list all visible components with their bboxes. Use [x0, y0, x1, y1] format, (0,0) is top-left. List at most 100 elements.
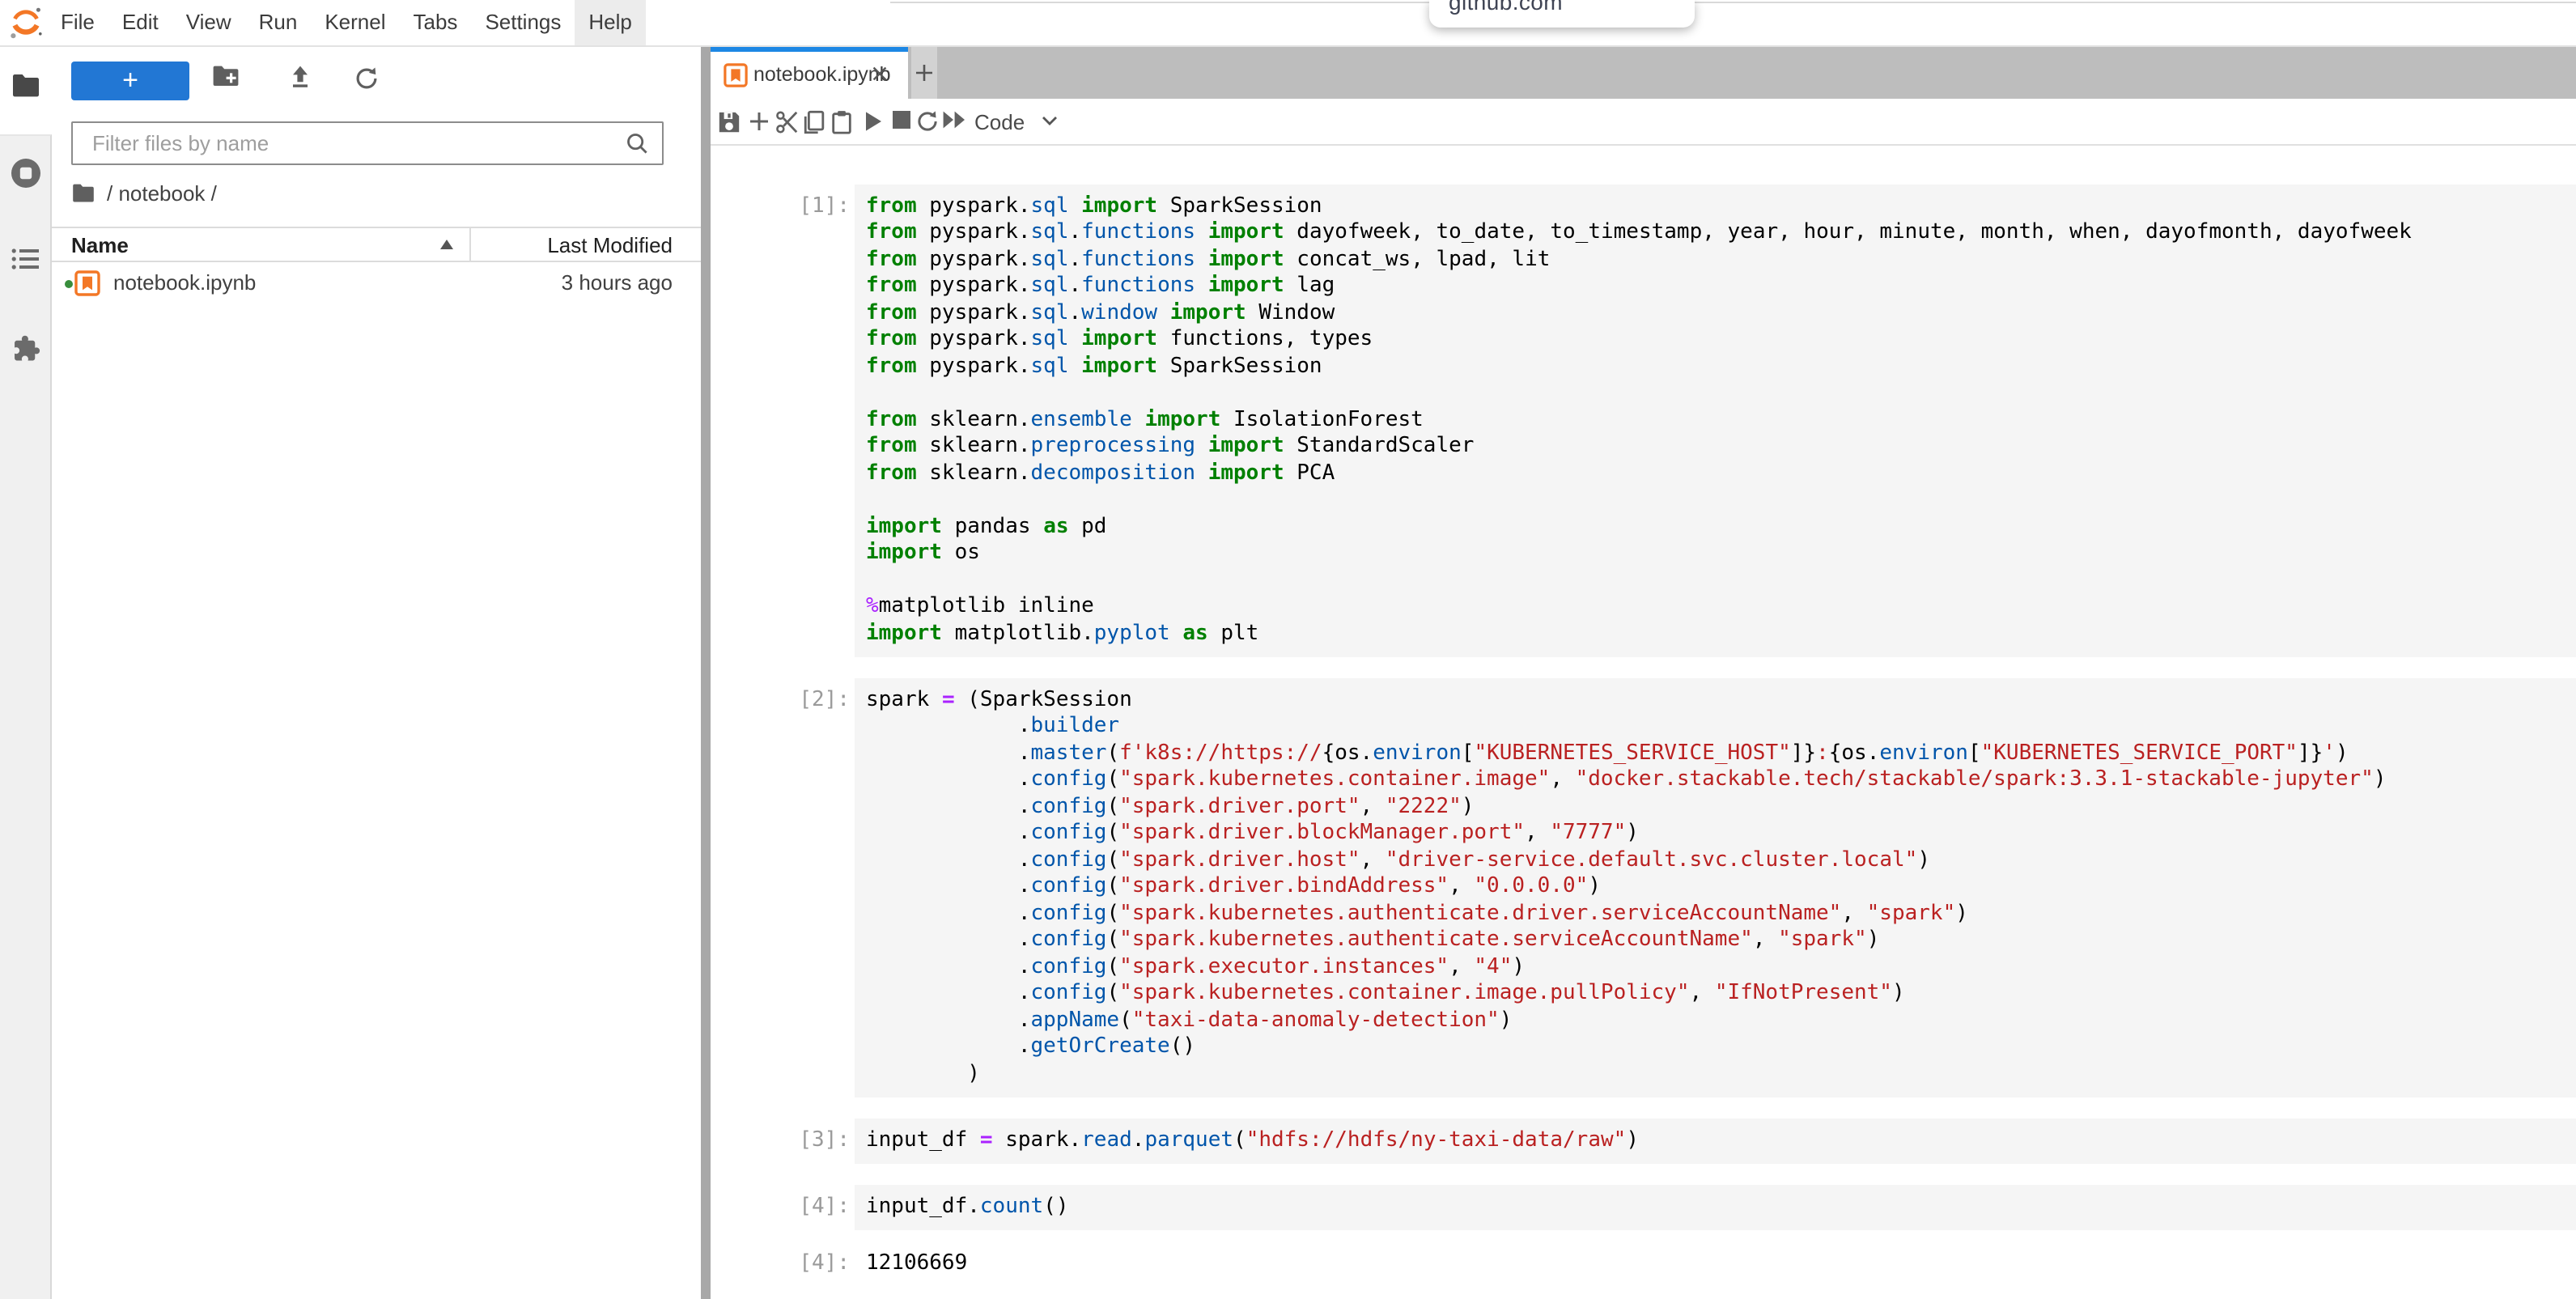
code-line: .config("spark.driver.port", "2222")	[866, 794, 2576, 821]
code-line: from sklearn.preprocessing import Standa…	[866, 434, 2576, 461]
upload-button[interactable]	[287, 65, 312, 97]
cell-editor[interactable]: from pyspark.sql import SparkSessionfrom…	[855, 185, 2576, 656]
restart-icon	[916, 110, 939, 133]
column-header-last-modified[interactable]: Last Modified	[547, 228, 673, 262]
column-divider[interactable]	[469, 228, 471, 262]
chevron-down-icon[interactable]	[1040, 114, 1058, 127]
code-line: from pyspark.sql import functions, types	[866, 327, 2576, 354]
panel-resize-handle[interactable]	[700, 47, 710, 1299]
cell-editor[interactable]: spark = (SparkSession .builder .master(f…	[855, 678, 2576, 1097]
new-tab-button[interactable]	[910, 47, 937, 98]
code-line	[866, 487, 2576, 514]
menu-item-file[interactable]: File	[47, 0, 108, 45]
code-line: from pyspark.sql import SparkSession	[866, 193, 2576, 220]
code-line: .config("spark.kubernetes.container.imag…	[866, 981, 2576, 1008]
code-line: .builder	[866, 714, 2576, 741]
upload-icon	[287, 65, 312, 89]
cut-cell-button[interactable]	[775, 110, 800, 134]
file-last-modified: 3 hours ago	[562, 262, 673, 304]
cell-input-prompt: [1]:	[710, 185, 850, 656]
extension-manager-tab[interactable]	[0, 333, 51, 363]
file-list-header: Name Last Modified	[51, 227, 700, 262]
cell-type-dropdown[interactable]: Code	[974, 98, 1025, 145]
code-cell-2: [2]:spark = (SparkSession .builder .mast…	[710, 678, 2576, 1097]
code-line: from sklearn.decomposition import PCA	[866, 461, 2576, 487]
jupyterlab-window: FileEditViewRunKernelTabsSettingsHelp gi…	[0, 0, 2576, 1299]
notebook-file-icon	[723, 62, 747, 87]
menu-item-help[interactable]: Help	[575, 0, 646, 45]
file-browser-panel: +	[51, 47, 700, 1299]
code-line: from sklearn.ensemble import IsolationFo…	[866, 407, 2576, 434]
code-line: import pandas as pd	[866, 514, 2576, 541]
code-cell-1: [1]:from pyspark.sql import SparkSession…	[710, 185, 2576, 656]
menu-bar: FileEditViewRunKernelTabsSettingsHelp	[0, 0, 2576, 47]
add-cell-button[interactable]	[747, 110, 770, 133]
copy-icon	[800, 110, 825, 134]
tab-notebook[interactable]: notebook.ipynb	[710, 47, 908, 98]
notebook-scroll-area[interactable]: [1]:from pyspark.sql import SparkSession…	[710, 146, 2576, 1299]
code-line: .config("spark.kubernetes.container.imag…	[866, 767, 2576, 794]
cell-input-prompt: [4]:	[710, 1185, 850, 1229]
notebook-toolbar: Code	[710, 98, 2576, 146]
menu-item-tabs[interactable]: Tabs	[400, 0, 472, 45]
cell-editor[interactable]: input_df = spark.read.parquet("hdfs://hd…	[855, 1119, 2576, 1163]
close-tab-icon[interactable]	[869, 63, 890, 84]
breadcrumb-path: / notebook /	[107, 180, 217, 205]
new-launcher-label: +	[122, 65, 138, 97]
file-browser-tab[interactable]	[0, 73, 51, 97]
code-line: from pyspark.sql import SparkSession	[866, 354, 2576, 380]
folder-icon	[11, 73, 40, 97]
cell-output-prompt: [4]:	[710, 1251, 850, 1278]
code-line: input_df = spark.read.parquet("hdfs://hd…	[866, 1127, 2576, 1154]
paste-icon	[830, 110, 853, 134]
code-line: .master(f'k8s://https://{os.environ["KUB…	[866, 741, 2576, 767]
code-line: import matplotlib.pyplot as plt	[866, 621, 2576, 647]
restart-and-run-all-button[interactable]	[942, 110, 966, 129]
interrupt-kernel-button[interactable]	[892, 110, 911, 129]
menu-item-edit[interactable]: Edit	[108, 0, 172, 45]
menu-items: FileEditViewRunKernelTabsSettingsHelp	[47, 0, 646, 45]
plus-icon	[915, 63, 934, 83]
table-of-contents-icon	[11, 246, 40, 272]
table-of-contents-tab[interactable]	[0, 246, 51, 272]
popup-origin-text: github.com	[1449, 0, 1563, 15]
cut-icon	[775, 110, 800, 134]
cell-editor[interactable]: input_df.count()	[855, 1185, 2576, 1229]
code-line: .config("spark.driver.host", "driver-ser…	[866, 847, 2576, 874]
cell-output: [4]:12106669	[710, 1251, 2576, 1278]
restart-kernel-button[interactable]	[916, 110, 939, 133]
running-sessions-tab[interactable]	[0, 157, 51, 189]
menu-item-view[interactable]: View	[172, 0, 245, 45]
filter-files-input[interactable]	[89, 129, 625, 157]
code-line: from pyspark.sql.functions import concat…	[866, 247, 2576, 274]
puzzle-icon	[11, 333, 40, 363]
run-cell-button[interactable]	[863, 110, 884, 133]
menu-item-run[interactable]: Run	[245, 0, 312, 45]
code-cell-4: [4]:input_df.count()	[710, 1185, 2576, 1229]
code-line	[866, 567, 2576, 594]
file-row[interactable]: notebook.ipynb 3 hours ago	[51, 262, 700, 304]
new-launcher-button[interactable]: +	[71, 62, 189, 100]
paste-cell-button[interactable]	[830, 110, 853, 134]
code-line: .config("spark.executor.instances", "4")	[866, 954, 2576, 981]
jupyter-logo-icon	[8, 5, 44, 40]
folder-icon	[71, 183, 95, 202]
copy-cell-button[interactable]	[800, 110, 825, 134]
filter-box	[71, 121, 664, 165]
new-folder-button[interactable]	[211, 65, 239, 96]
code-line: from pyspark.sql.functions import dayofw…	[866, 220, 2576, 247]
menu-item-settings[interactable]: Settings	[471, 0, 575, 45]
stop-icon	[892, 110, 911, 129]
code-line: .config("spark.driver.blockManager.port"…	[866, 821, 2576, 847]
main-dock-panel: notebook.ipynb	[710, 47, 2576, 1299]
new-folder-icon	[211, 65, 239, 87]
save-button[interactable]	[717, 110, 741, 134]
menu-item-kernel[interactable]: Kernel	[311, 0, 399, 45]
refresh-icon	[354, 66, 378, 91]
stop-circle-icon	[10, 157, 42, 189]
top-hairline	[890, 2, 2576, 3]
refresh-button[interactable]	[354, 66, 378, 99]
breadcrumb[interactable]: / notebook /	[71, 175, 217, 210]
cell-output-text: 12106669	[855, 1251, 2576, 1278]
column-header-name[interactable]: Name	[71, 228, 129, 262]
